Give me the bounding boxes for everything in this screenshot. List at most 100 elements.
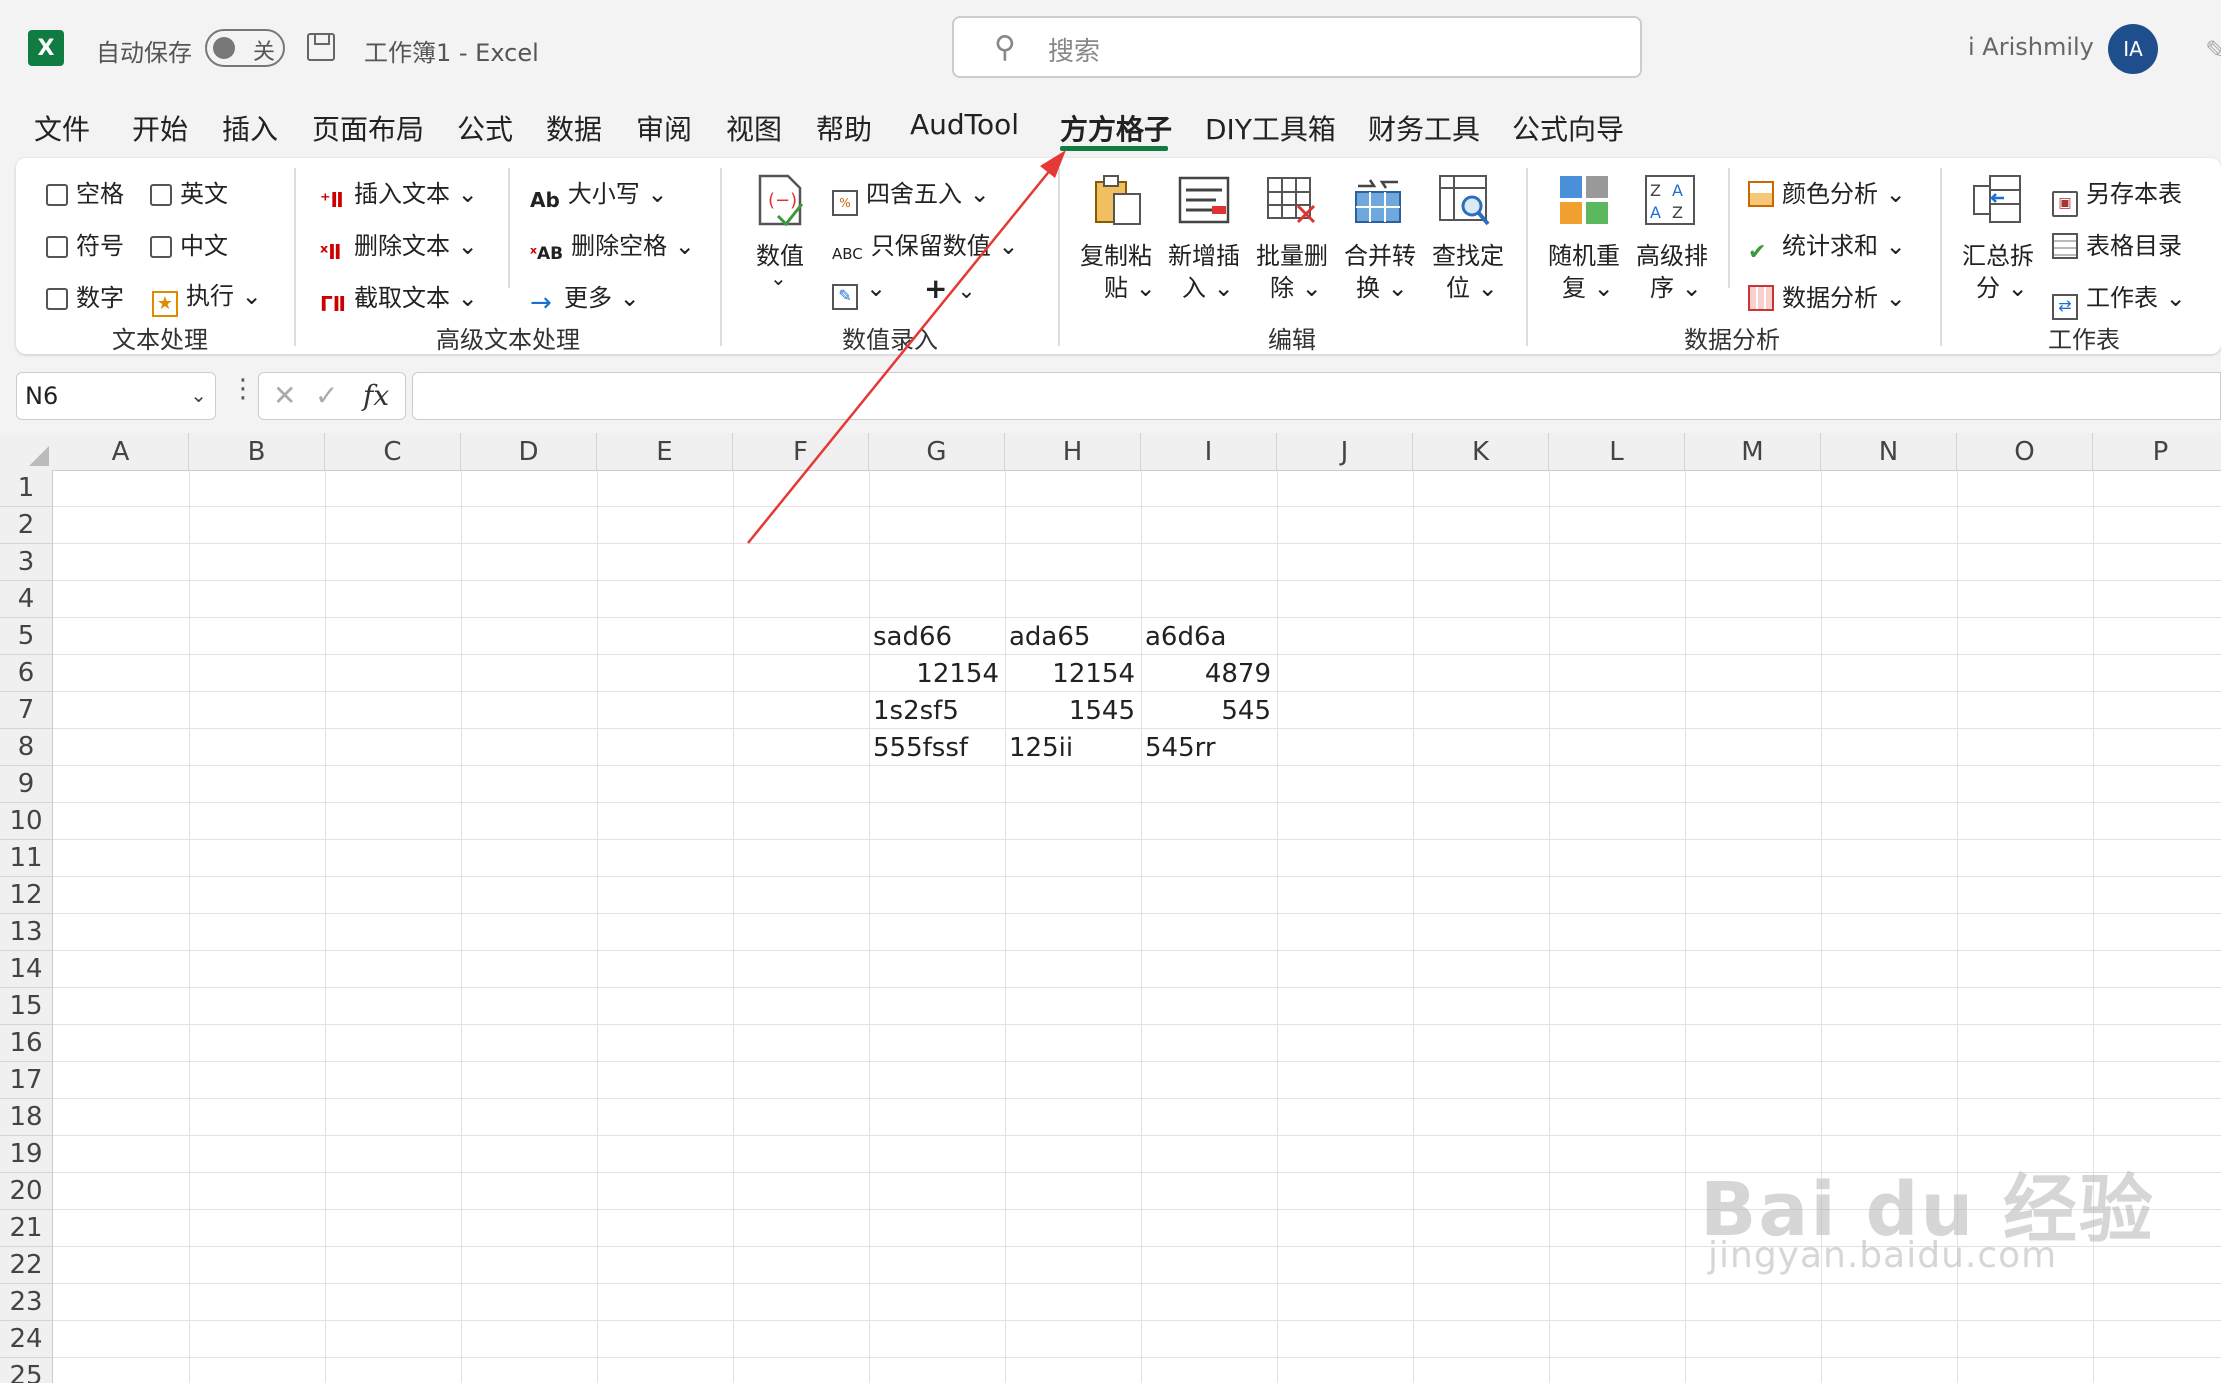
more-button[interactable]: → 更多 ⌄ <box>530 278 640 318</box>
worksheet-button[interactable]: ⇄ 工作表 ⌄ <box>2052 278 2186 320</box>
row-header[interactable]: 12 <box>0 877 53 914</box>
tab-formulas[interactable]: 公式 <box>457 108 513 148</box>
name-box[interactable]: N6 ⌄ <box>16 372 216 420</box>
cell-g8[interactable]: 555fssf <box>873 731 999 766</box>
column-header[interactable]: F <box>733 433 869 470</box>
column-header[interactable]: A <box>53 433 189 470</box>
row-header[interactable]: 20 <box>0 1173 53 1210</box>
find-locate-button[interactable]: 查找定 <box>1432 236 1504 271</box>
row-header[interactable]: 15 <box>0 988 53 1025</box>
row-header[interactable]: 14 <box>0 951 53 988</box>
cell-h8[interactable]: 125ii <box>1009 731 1135 766</box>
tab-fangfanggezi[interactable]: 方方格子 <box>1060 108 1172 148</box>
delete-space-button[interactable]: ˣAB 删除空格 ⌄ <box>530 226 695 270</box>
insert-add-button[interactable]: 新增插 <box>1168 236 1240 271</box>
row-header[interactable]: 17 <box>0 1062 53 1099</box>
round-button[interactable]: % 四舍五入 ⌄ <box>832 174 990 216</box>
column-header[interactable]: B <box>189 433 325 470</box>
row-header[interactable]: 4 <box>0 581 53 618</box>
cell-g6[interactable]: 12154 <box>873 657 999 692</box>
cell-g5[interactable]: sad66 <box>873 620 999 655</box>
tab-home[interactable]: 开始 <box>132 108 188 148</box>
row-header[interactable]: 1 <box>0 470 53 507</box>
cell-h7[interactable]: 1545 <box>1009 694 1135 729</box>
column-header[interactable]: C <box>325 433 461 470</box>
checkbox-space[interactable]: 空格 <box>46 174 124 209</box>
row-header[interactable]: 7 <box>0 692 53 729</box>
autosave-toggle[interactable]: 关 <box>205 29 285 67</box>
checkbox-english[interactable]: 英文 <box>150 174 228 209</box>
insert-add-button-line2[interactable]: 入 ⌄ <box>1182 268 1234 303</box>
row-header[interactable]: 3 <box>0 544 53 581</box>
summary-split-button[interactable]: 汇总拆 <box>1962 236 2034 271</box>
row-header[interactable]: 25 <box>0 1358 53 1383</box>
avatar[interactable]: IA <box>2108 24 2158 74</box>
tab-diy-toolbox[interactable]: DIY工具箱 <box>1205 108 1336 148</box>
tab-finance-tools[interactable]: 财务工具 <box>1368 108 1480 148</box>
user-name[interactable]: i Arishmily <box>1968 33 2094 61</box>
tab-audtool[interactable]: AudTool <box>910 108 1019 141</box>
row-header[interactable]: 8 <box>0 729 53 766</box>
tab-help[interactable]: 帮助 <box>816 108 872 148</box>
edit-entry-button[interactable]: ✎ ⌄ <box>832 274 886 310</box>
row-header[interactable]: 11 <box>0 840 53 877</box>
cell-h5[interactable]: ada65 <box>1009 620 1135 655</box>
row-header[interactable]: 23 <box>0 1284 53 1321</box>
column-header[interactable]: O <box>1957 433 2093 470</box>
column-header[interactable]: J <box>1277 433 1413 470</box>
confirm-icon[interactable]: ✓ <box>315 379 338 412</box>
plus-button[interactable]: + ⌄ <box>924 272 976 305</box>
column-header[interactable]: G <box>869 433 1005 470</box>
select-all-corner[interactable] <box>0 433 53 470</box>
formula-input[interactable] <box>412 372 2221 420</box>
insert-text-button[interactable]: ⁺Ⅱ 插入文本 ⌄ <box>320 174 478 214</box>
batch-delete-button-line2[interactable]: 除 ⌄ <box>1270 268 1322 303</box>
random-repeat-button-line2[interactable]: 复 ⌄ <box>1562 268 1614 303</box>
pen-icon[interactable]: ✎ <box>2205 36 2221 66</box>
cancel-icon[interactable]: ✕ <box>273 379 296 412</box>
summary-split-button-line2[interactable]: 分 ⌄ <box>1976 268 2028 303</box>
row-header[interactable]: 2 <box>0 507 53 544</box>
copy-paste-button[interactable]: 复制粘 <box>1080 236 1152 271</box>
batch-delete-button[interactable]: 批量删 <box>1256 236 1328 271</box>
cell-g7[interactable]: 1s2sf5 <box>873 694 999 729</box>
tab-page-layout[interactable]: 页面布局 <box>312 108 424 148</box>
tab-insert[interactable]: 插入 <box>222 108 278 148</box>
random-repeat-button[interactable]: 随机重 <box>1548 236 1620 271</box>
cell-i5[interactable]: a6d6a <box>1145 620 1271 655</box>
cell-i7[interactable]: 545 <box>1145 694 1271 729</box>
row-header[interactable]: 19 <box>0 1136 53 1173</box>
save-sheet-button[interactable]: ▣ 另存本表 <box>2052 174 2182 217</box>
row-header[interactable]: 5 <box>0 618 53 655</box>
tab-formula-wizard[interactable]: 公式向导 <box>1512 108 1624 148</box>
column-header[interactable]: P <box>2093 433 2221 470</box>
find-locate-button-line2[interactable]: 位 ⌄ <box>1446 268 1498 303</box>
tab-view[interactable]: 视图 <box>726 108 782 148</box>
stat-sum-button[interactable]: ✔ 统计求和 ⌄ <box>1748 226 1906 266</box>
color-analysis-button[interactable]: 颜色分析 ⌄ <box>1748 174 1906 209</box>
column-header[interactable]: E <box>597 433 733 470</box>
chevron-down-icon[interactable]: ⌄ <box>770 266 787 290</box>
delete-text-button[interactable]: ˣⅡ 删除文本 ⌄ <box>320 226 478 266</box>
column-header[interactable]: H <box>1005 433 1141 470</box>
chevron-down-icon[interactable]: ⌄ <box>190 383 207 407</box>
column-header[interactable]: N <box>1821 433 1957 470</box>
more-options-icon[interactable]: ⋮ <box>230 374 256 404</box>
row-header[interactable]: 6 <box>0 655 53 692</box>
checkbox-chinese[interactable]: 中文 <box>150 226 228 261</box>
case-button[interactable]: Ab 大小写 ⌄ <box>530 174 668 214</box>
column-header[interactable]: L <box>1549 433 1685 470</box>
row-header[interactable]: 9 <box>0 766 53 803</box>
extract-text-button[interactable]: ΓⅡ 截取文本 ⌄ <box>320 278 478 318</box>
checkbox-symbol[interactable]: 符号 <box>46 226 124 261</box>
column-header[interactable]: K <box>1413 433 1549 470</box>
copy-paste-button-line2[interactable]: 贴 ⌄ <box>1104 268 1156 303</box>
cell-i8[interactable]: 545rr <box>1145 731 1271 766</box>
data-analysis-button[interactable]: 数据分析 ⌄ <box>1748 278 1906 313</box>
advanced-sort-button[interactable]: 高级排 <box>1636 236 1708 271</box>
row-header[interactable]: 24 <box>0 1321 53 1358</box>
row-header[interactable]: 21 <box>0 1210 53 1247</box>
tab-data[interactable]: 数据 <box>546 108 602 148</box>
row-header[interactable]: 10 <box>0 803 53 840</box>
checkbox-number[interactable]: 数字 <box>46 278 124 313</box>
